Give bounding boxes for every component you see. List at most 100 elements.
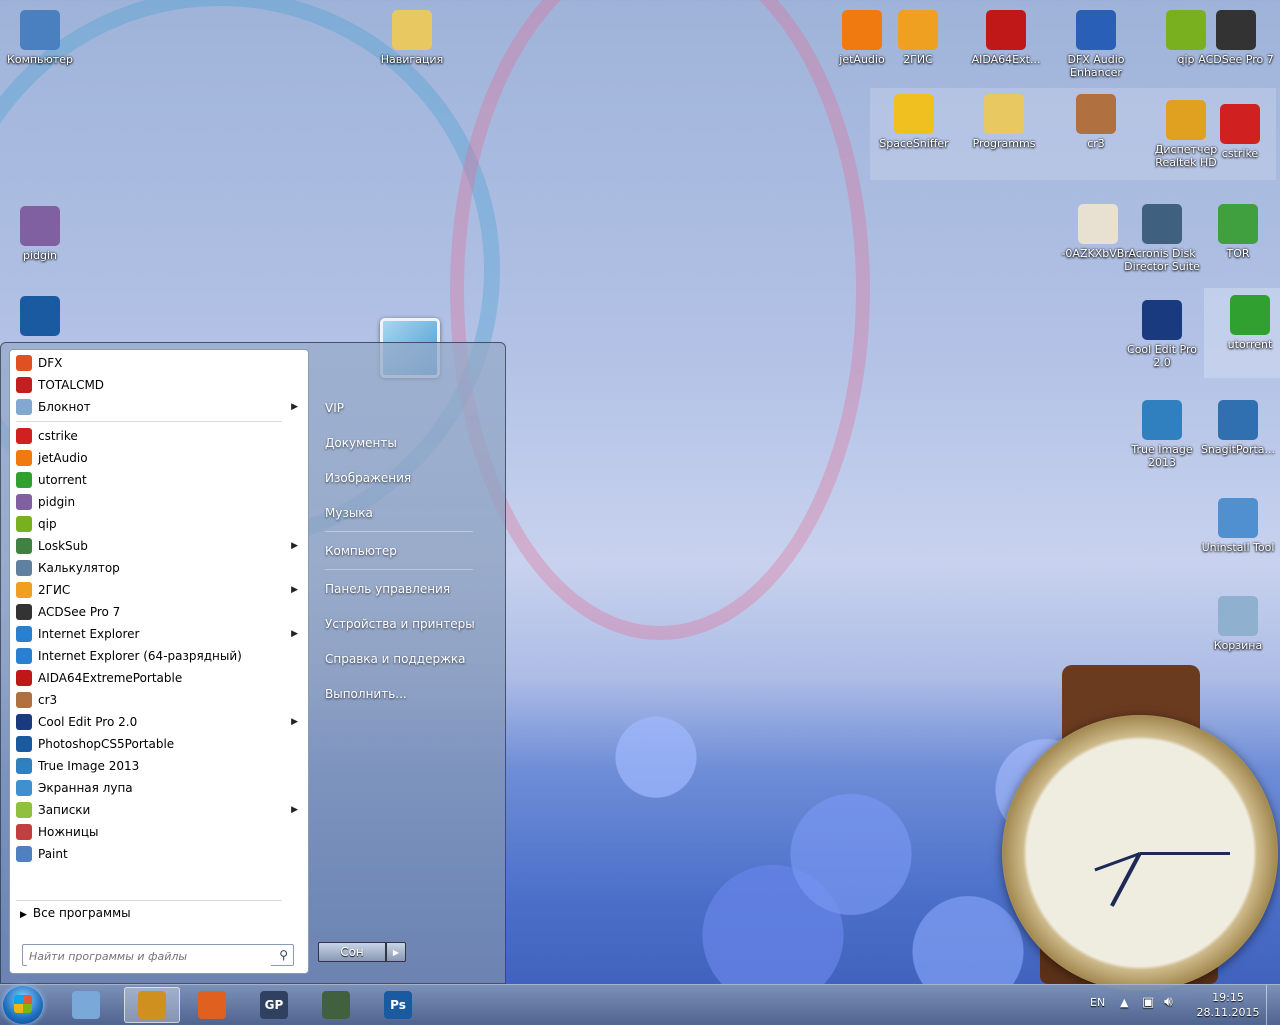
desktop-icon[interactable]: DFX Audio Enhancer [1056, 10, 1136, 79]
desktop-icon-label: SnagitPorta... [1200, 443, 1276, 456]
places-item-help[interactable]: Справка и поддержка [317, 646, 489, 672]
program-item[interactable]: Записки ▶ [10, 799, 308, 821]
places-item-control-panel[interactable]: Панель управления [317, 576, 489, 602]
explorer-app-button[interactable] [58, 987, 114, 1023]
start-button[interactable] [3, 986, 43, 1024]
shutdown-options-button[interactable]: ▶ [386, 942, 406, 962]
program-list: DFX TOTALCMD Блокнот ▶ cstrike jetAudio utorre… [10, 350, 308, 865]
show-hidden-icons-button[interactable]: ▲ [1120, 996, 1128, 1009]
program-item[interactable]: DFX [10, 352, 308, 374]
places-label: Изображения [325, 471, 412, 485]
program-label: Калькулятор [38, 561, 120, 575]
search-box[interactable]: ⚲ [22, 944, 294, 966]
desktop-icon[interactable]: TOR [1198, 204, 1278, 260]
desktop-icon[interactable]: Programms [964, 94, 1044, 150]
places-separator [325, 531, 473, 532]
trueimage-icon [16, 758, 32, 774]
program-item[interactable]: pidgin [10, 491, 308, 513]
show-desktop-button[interactable] [1266, 985, 1280, 1025]
desktop-icon[interactable]: Навигация [372, 10, 452, 66]
desktop-icon-label: SpaceSniffer [879, 137, 949, 150]
places-label: Справка и поддержка [325, 652, 466, 666]
desktop-icon[interactable]: Acronis Disk Director Suite [1122, 204, 1202, 273]
desktop-icon[interactable]: ACDSee Pro 7 [1196, 10, 1276, 66]
places-item-documents[interactable]: Документы [317, 430, 489, 456]
volume-icon[interactable]: 🔊︎ [1164, 994, 1173, 1010]
program-item[interactable]: LoskSub ▶ [10, 535, 308, 557]
all-programs-button[interactable]: ▶ Все программы [20, 906, 131, 920]
places-label: Выполнить... [325, 687, 407, 701]
program-item[interactable]: qip [10, 513, 308, 535]
spreadsheet-icon [1078, 204, 1118, 244]
program-label: Экранная лупа [38, 781, 133, 795]
winamp-app-button[interactable] [124, 987, 180, 1023]
jetaudio-icon [16, 450, 32, 466]
program-item[interactable]: Калькулятор [10, 557, 308, 579]
desktop-icon[interactable]: cstrike [1200, 104, 1280, 160]
submenu-arrow-icon[interactable]: ▶ [291, 805, 298, 815]
desktop-icon[interactable]: AIDA64Ext... [966, 10, 1046, 66]
program-item[interactable]: jetAudio [10, 447, 308, 469]
desktop-icon[interactable]: SnagitPorta... [1198, 400, 1278, 456]
program-item[interactable]: 2ГИС ▶ [10, 579, 308, 601]
program-item[interactable]: True Image 2013 [10, 755, 308, 777]
places-item-computer[interactable]: Компьютер [317, 538, 489, 564]
submenu-arrow-icon[interactable]: ▶ [291, 402, 298, 412]
firefox-app-button[interactable] [184, 987, 240, 1023]
submenu-arrow-icon[interactable]: ▶ [291, 585, 298, 595]
submenu-arrow-icon[interactable]: ▶ [291, 541, 298, 551]
network-icon[interactable]: ▣ [1142, 995, 1154, 1010]
system-clock[interactable]: 19:15 28.11.2015 [1196, 990, 1260, 1020]
monitor-app-button[interactable] [308, 987, 364, 1023]
program-item[interactable]: Cool Edit Pro 2.0 ▶ [10, 711, 308, 733]
desktop-icon[interactable]: SpaceSniffer [874, 94, 954, 150]
desktop-icon[interactable]: True Image 2013 [1122, 400, 1202, 469]
sleep-button[interactable]: Сон [318, 942, 386, 962]
gp-app-button[interactable]: GP [246, 987, 302, 1023]
gp-icon: GP [260, 991, 288, 1019]
desktop-icon[interactable]: 2ГИС [878, 10, 958, 66]
desktop-icon[interactable]: Компьютер [0, 10, 80, 66]
submenu-arrow-icon[interactable]: ▶ [291, 629, 298, 639]
program-label: utorrent [38, 473, 87, 487]
places-item-music[interactable]: Музыка [317, 500, 489, 526]
program-item[interactable]: Internet Explorer (64-разрядный) [10, 645, 308, 667]
desktop-icon-photoshop[interactable] [0, 296, 80, 339]
language-indicator[interactable]: EN [1090, 996, 1105, 1009]
folder-icon [984, 94, 1024, 134]
program-item[interactable]: Paint [10, 843, 308, 865]
program-item[interactable]: AIDA64ExtremePortable [10, 667, 308, 689]
desktop-icon-label: ACDSee Pro 7 [1198, 53, 1274, 66]
sleep-label: Сон [340, 945, 364, 959]
program-item[interactable]: Блокнот ▶ [10, 396, 308, 418]
desktop-icon[interactable]: pidgin [0, 206, 80, 262]
triangle-right-icon: ▶ [20, 910, 27, 920]
clock-date: 28.11.2015 [1196, 1006, 1260, 1019]
places-item-devices[interactable]: Устройства и принтеры [317, 611, 489, 637]
program-item[interactable]: ACDSee Pro 7 [10, 601, 308, 623]
program-item[interactable]: PhotoshopCS5Portable [10, 733, 308, 755]
program-item[interactable]: cstrike [10, 425, 308, 447]
submenu-arrow-icon[interactable]: ▶ [291, 717, 298, 727]
desktop-icon[interactable]: Cool Edit Pro 2.0 [1122, 300, 1202, 369]
search-icon[interactable]: ⚲ [279, 948, 288, 962]
desktop-icon-label: Uninstall Tool [1201, 541, 1275, 554]
program-item[interactable]: Экранная лупа [10, 777, 308, 799]
places-item-run[interactable]: Выполнить... [317, 681, 489, 707]
desktop-icon[interactable]: Корзина [1198, 596, 1278, 652]
program-item[interactable]: TOTALCMD [10, 374, 308, 396]
program-item[interactable]: Internet Explorer ▶ [10, 623, 308, 645]
cooledit-icon [16, 714, 32, 730]
places-item-pictures[interactable]: Изображения [317, 465, 489, 491]
trueimage-icon [1142, 400, 1182, 440]
program-item[interactable]: Ножницы [10, 821, 308, 843]
program-item[interactable]: utorrent [10, 469, 308, 491]
search-input[interactable] [27, 946, 271, 966]
desktop-icon[interactable]: cr3 [1056, 94, 1136, 150]
desktop-icon[interactable]: Uninstall Tool [1198, 498, 1278, 554]
desktop-icon[interactable]: utorrent [1210, 295, 1280, 351]
photoshop-app-button[interactable]: Ps [370, 987, 426, 1023]
program-item[interactable]: cr3 [10, 689, 308, 711]
places-item-vip[interactable]: VIP [317, 395, 489, 421]
notepad-icon [72, 991, 100, 1019]
